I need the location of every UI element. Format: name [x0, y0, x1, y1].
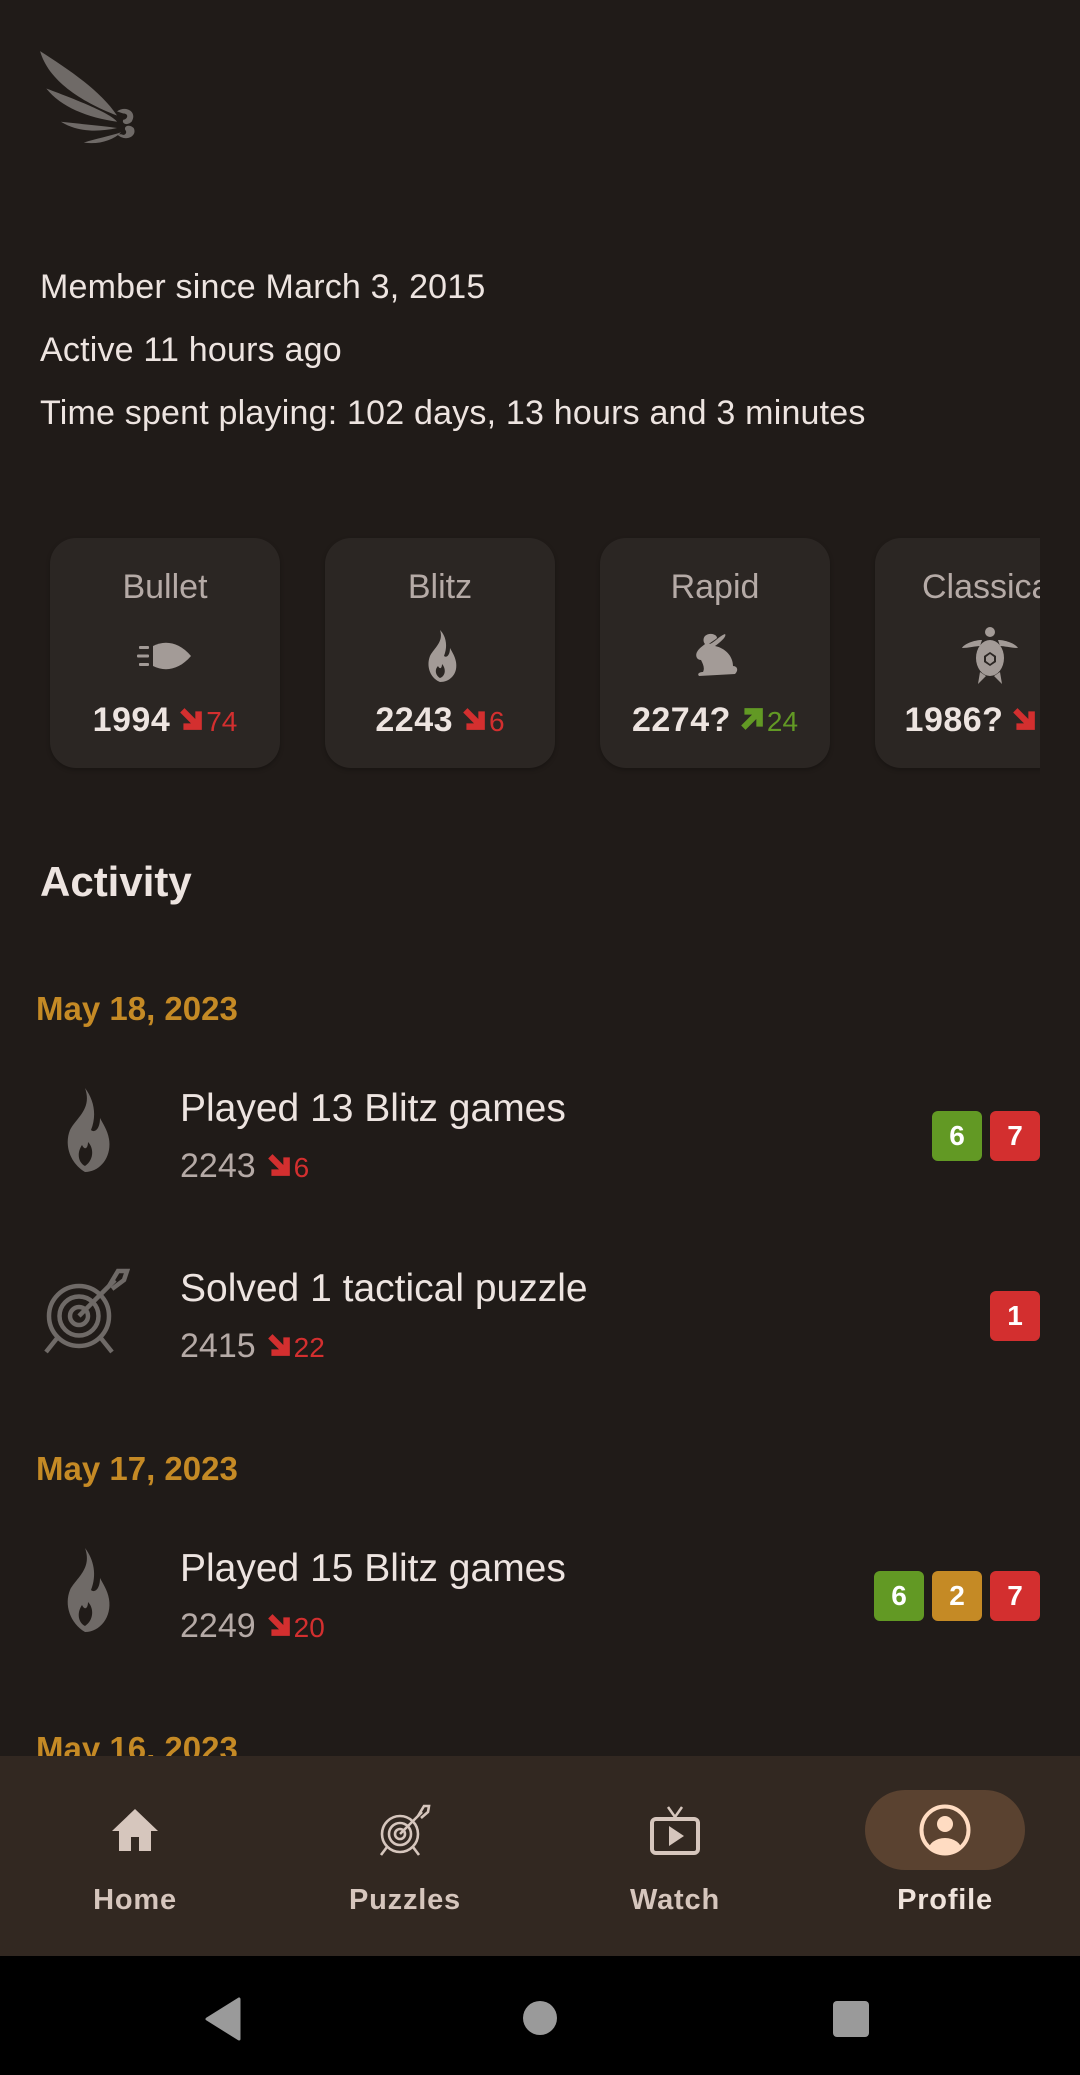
rating-diff [1011, 706, 1039, 737]
result-badges: 6 7 [932, 1111, 1040, 1161]
nav-tab-watch[interactable]: Watch [540, 1756, 810, 1956]
result-badges: 1 [990, 1291, 1040, 1341]
arrow-down-right-icon [180, 708, 203, 730]
person-circle-icon [919, 1804, 971, 1856]
time-played-text: Time spent playing: 102 days, 13 hours a… [40, 394, 866, 432]
nav-tab-home[interactable]: Home [0, 1756, 270, 1956]
perf-name: Classical [921, 568, 1040, 606]
turtle-icon [962, 627, 1018, 684]
nav-tab-puzzles[interactable]: Puzzles [270, 1756, 540, 1956]
losses-badge: 7 [990, 1111, 1040, 1161]
nav-tab-profile[interactable]: Profile [810, 1756, 1080, 1956]
rating-diff: 6 [461, 706, 505, 737]
perf-name: Blitz [407, 568, 473, 606]
back-icon[interactable] [203, 1997, 243, 2041]
perf-rating: 2243 [375, 701, 454, 739]
perf-card-classical[interactable]: Classical 1986? [875, 538, 1040, 768]
activity-entry-rating: 2415 22 [180, 1327, 325, 1365]
system-navigation-bar [0, 1956, 1080, 2075]
target-icon [44, 1268, 130, 1354]
rating-diff: 74 [178, 706, 237, 737]
perf-card-blitz[interactable]: Blitz 2243 6 [325, 538, 555, 768]
rabbit-icon [696, 633, 738, 676]
draws-badge: 2 [932, 1571, 982, 1621]
rating-diff: 24 [739, 706, 798, 737]
nav-label: Puzzles [349, 1884, 461, 1916]
losses-badge: 7 [990, 1571, 1040, 1621]
activity-date: May 18, 2023 [36, 990, 238, 1027]
arrow-down-right-icon [267, 1334, 290, 1356]
tv-icon [650, 1806, 700, 1855]
wins-badge: 6 [874, 1571, 924, 1621]
activity-entry-title: Played 15 Blitz games [180, 1547, 566, 1590]
activity-heading: Activity [40, 858, 192, 905]
arrow-down-right-icon [267, 1154, 290, 1176]
activity-entry-rating: 2249 20 [180, 1607, 325, 1645]
target-icon [379, 1804, 431, 1856]
arrow-down-right-icon [463, 708, 485, 730]
bottom-navigation-bar: Home Puzzles Watch Profile [0, 1756, 1080, 1956]
losses-badge: 1 [990, 1291, 1040, 1341]
perf-name: Rapid [670, 568, 760, 606]
bullet-icon [137, 642, 191, 670]
nav-label: Home [93, 1884, 177, 1916]
activity-entry-rating: 2243 6 [180, 1147, 310, 1185]
lichess-wing-icon [40, 51, 135, 144]
wins-badge: 6 [932, 1111, 982, 1161]
nav-label: Profile [897, 1884, 993, 1916]
activity-entry-title: Solved 1 tactical puzzle [180, 1267, 588, 1310]
arrow-up-right-icon [741, 708, 763, 730]
perf-card-bullet[interactable]: Bullet 1994 74 [50, 538, 280, 768]
perf-rating: 2274? [631, 701, 731, 739]
perf-rating: 1986? [904, 701, 1004, 739]
last-active-text: Active 11 hours ago [40, 331, 342, 369]
recents-icon[interactable] [832, 2000, 870, 2038]
perf-rating: 1994 [92, 701, 171, 739]
home-button-icon[interactable] [522, 2000, 558, 2036]
perf-card-rapid[interactable]: Rapid 2274? 24 [600, 538, 830, 768]
arrow-down-right-icon [1013, 708, 1036, 730]
arrow-down-right-icon [267, 1614, 290, 1636]
result-badges: 6 2 7 [874, 1571, 1040, 1621]
activity-date: May 17, 2023 [36, 1450, 238, 1487]
flame-icon [428, 630, 457, 682]
nav-label: Watch [630, 1884, 720, 1916]
rating-cards-carousel[interactable]: Bullet 1994 74 Blitz 2243 6 Rapid 2274? … [40, 530, 1040, 780]
flame-icon [67, 1548, 110, 1632]
flame-icon [67, 1088, 110, 1172]
activity-entry-title: Played 13 Blitz games [180, 1087, 566, 1130]
home-icon [112, 1809, 158, 1851]
perf-name: Bullet [122, 568, 208, 606]
member-since-text: Member since March 3, 2015 [40, 268, 486, 306]
